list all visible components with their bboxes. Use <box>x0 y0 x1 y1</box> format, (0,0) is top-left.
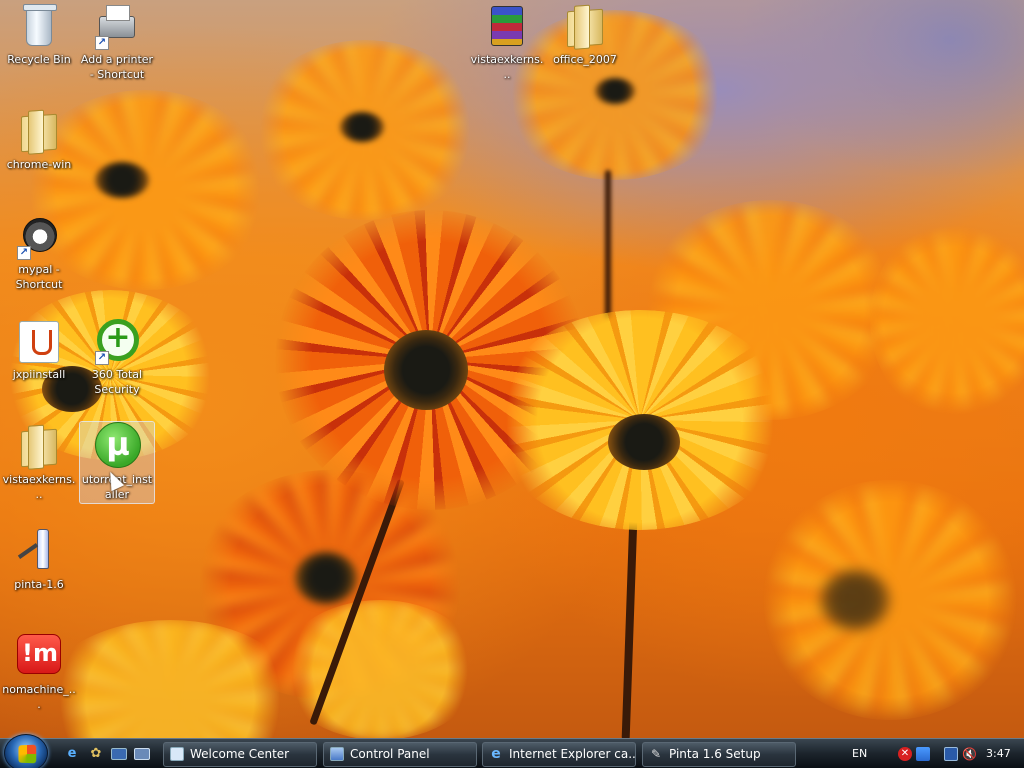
task-label: Welcome Center <box>190 747 290 761</box>
office-2007-folder-icon[interactable]: office_2007 <box>547 2 623 67</box>
printer-icon: ↗ <box>93 2 141 50</box>
utorrent-installer-icon[interactable]: utorrent_installer <box>79 421 155 504</box>
switch-windows-icon[interactable] <box>134 748 150 760</box>
setup-icon: ✎ <box>650 747 662 761</box>
vistaexkerns-folder-icon[interactable]: vistaexkerns... <box>1 422 77 502</box>
task-label: Control Panel <box>350 747 430 761</box>
icon-label: 360 Total Security <box>91 368 143 396</box>
show-desktop-icon[interactable] <box>111 748 127 760</box>
icon-label: pinta-1.6 <box>14 578 64 591</box>
chrome-win-folder-icon[interactable]: chrome-win <box>1 107 77 172</box>
icon-label: chrome-win <box>6 158 72 171</box>
flower-bg <box>760 480 1020 720</box>
folder-icon <box>561 2 609 50</box>
icon-label: vistaexkerns... <box>2 473 76 501</box>
winrar-icon <box>483 2 531 50</box>
nomachine-logo-icon <box>15 632 63 680</box>
task-label: Internet Explorer ca... <box>509 747 636 761</box>
task-label: Pinta 1.6 Setup <box>669 747 761 761</box>
trash-icon <box>15 2 63 50</box>
volume-muted-icon[interactable]: 🔇 <box>962 747 977 761</box>
flower-center <box>820 570 890 630</box>
flower-center <box>340 112 384 142</box>
icon-label: nomachine_... <box>2 683 76 711</box>
java-icon <box>15 317 63 365</box>
icon-label: vistaexkerns... <box>470 53 544 81</box>
pet-icon[interactable]: ✿ <box>88 746 104 762</box>
security-alert-icon[interactable]: ✕ <box>898 747 912 761</box>
flower-center <box>595 78 635 104</box>
vistaexkerns-archive-icon[interactable]: vistaexkerns... <box>469 2 545 82</box>
recycle-bin-icon[interactable]: Recycle Bin <box>1 2 77 67</box>
clock[interactable]: 3:47 <box>986 742 1011 766</box>
task-internet-explorer[interactable]: e Internet Explorer ca... <box>482 742 636 767</box>
pinta-icon[interactable]: pinta-1.6 <box>1 527 77 592</box>
jxpiinstall-icon[interactable]: jxpiinstall <box>1 317 77 382</box>
nomachine-icon[interactable]: nomachine_... <box>1 632 77 712</box>
paint-brush-icon <box>15 527 63 575</box>
360-total-security-icon[interactable]: ↗ 360 Total Security <box>79 317 155 397</box>
network-icon[interactable] <box>944 747 958 761</box>
task-welcome-center[interactable]: Welcome Center <box>163 742 317 767</box>
icon-label: mypal - Shortcut <box>15 263 63 291</box>
control-panel-icon <box>330 747 344 761</box>
shield-plus-icon: ↗ <box>93 317 141 365</box>
flower-center <box>95 162 149 198</box>
start-button[interactable] <box>4 734 48 768</box>
utorrent-icon <box>93 422 141 470</box>
internet-explorer-icon[interactable]: e <box>64 746 80 762</box>
folder-icon <box>15 422 63 470</box>
internet-explorer-icon: e <box>491 746 501 762</box>
mypal-shortcut-icon[interactable]: ↗ mypal - Shortcut <box>1 212 77 292</box>
icon-label: office_2007 <box>553 53 617 66</box>
icon-label: Recycle Bin <box>7 53 71 66</box>
task-control-panel[interactable]: Control Panel <box>323 742 477 767</box>
flower-bg <box>870 220 1024 420</box>
raccoon-icon: ↗ <box>15 212 63 260</box>
icon-label: Add a printer - Shortcut <box>80 53 154 81</box>
update-icon[interactable] <box>916 747 930 761</box>
flower-center <box>384 330 468 410</box>
flower-bg <box>280 600 480 738</box>
icon-label: jxpiinstall <box>12 368 66 381</box>
flower-stem <box>605 170 611 320</box>
flower-center <box>295 552 357 604</box>
welcome-center-icon <box>170 747 184 761</box>
windows-logo-icon <box>18 744 37 764</box>
task-pinta-setup[interactable]: ✎ Pinta 1.6 Setup <box>642 742 796 767</box>
flower-stem <box>621 499 638 738</box>
folder-icon <box>15 107 63 155</box>
flower-center <box>608 414 680 470</box>
language-indicator[interactable]: EN <box>852 742 867 766</box>
taskbar: e ✿ Welcome Center Control Panel e Inter… <box>0 734 1024 768</box>
add-printer-shortcut-icon[interactable]: ↗ Add a printer - Shortcut <box>79 2 155 82</box>
